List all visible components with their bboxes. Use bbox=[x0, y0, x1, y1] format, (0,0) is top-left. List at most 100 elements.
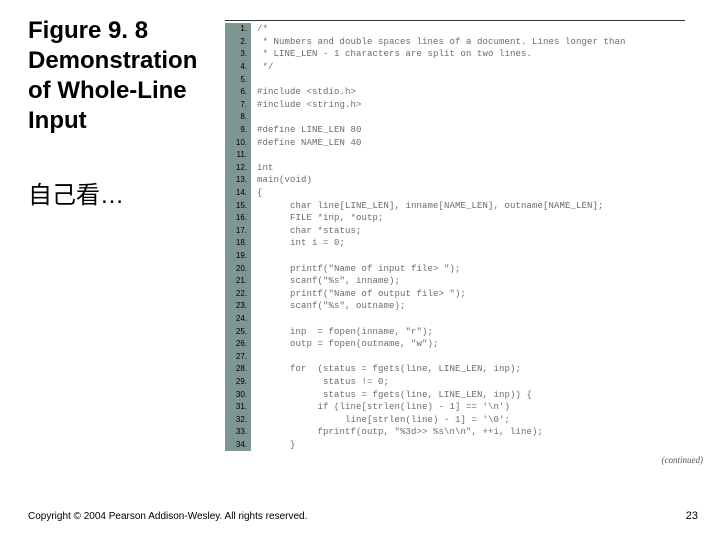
code-line: 20. printf("Name of input file> "); bbox=[225, 262, 626, 275]
code-line: 2. * Numbers and double spaces lines of … bbox=[225, 36, 626, 49]
page-number: 23 bbox=[686, 510, 698, 522]
code-line: 6.#include <stdio.h> bbox=[225, 86, 626, 99]
code-line: 22. printf("Name of output file> "); bbox=[225, 287, 626, 300]
line-number: 9. bbox=[225, 126, 251, 134]
line-number: 24. bbox=[225, 315, 251, 323]
code-text: printf("Name of output file> "); bbox=[251, 289, 466, 299]
line-number: 23. bbox=[225, 302, 251, 310]
line-number: 6. bbox=[225, 88, 251, 96]
title-line-2: Demonstration bbox=[28, 47, 197, 74]
line-number: 3. bbox=[225, 50, 251, 58]
code-text: FILE *inp, *outp; bbox=[251, 213, 384, 223]
line-number: 19. bbox=[225, 252, 251, 260]
line-number: 29. bbox=[225, 378, 251, 386]
line-number: 2. bbox=[225, 38, 251, 46]
code-text: for (status = fgets(line, LINE_LEN, inp)… bbox=[251, 364, 521, 374]
line-number: 26. bbox=[225, 340, 251, 348]
code-line: 29. status != 0; bbox=[225, 376, 626, 389]
line-number: 7. bbox=[225, 101, 251, 109]
line-number: 8. bbox=[225, 113, 251, 121]
horizontal-rule bbox=[225, 20, 685, 21]
code-line: 27. bbox=[225, 350, 626, 363]
code-text: #include <string.h> bbox=[251, 100, 362, 110]
code-text: char *status; bbox=[251, 226, 362, 236]
code-line: 18. int i = 0; bbox=[225, 237, 626, 250]
code-text: /* bbox=[251, 24, 268, 34]
code-line: 31. if (line[strlen(line) - 1] == '\n') bbox=[225, 401, 626, 414]
line-number: 13. bbox=[225, 176, 251, 184]
line-number: 22. bbox=[225, 290, 251, 298]
line-number: 30. bbox=[225, 391, 251, 399]
line-number: 1. bbox=[225, 25, 251, 33]
code-text: int i = 0; bbox=[251, 238, 345, 248]
code-text: inp = fopen(inname, "r"); bbox=[251, 327, 433, 337]
code-text: */ bbox=[251, 62, 274, 72]
code-line: 11. bbox=[225, 149, 626, 162]
code-line: 1./* bbox=[225, 23, 626, 36]
line-number: 33. bbox=[225, 428, 251, 436]
line-number: 27. bbox=[225, 353, 251, 361]
code-text: #define LINE_LEN 80 bbox=[251, 125, 362, 135]
code-text: status = fgets(line, LINE_LEN, inp)) { bbox=[251, 390, 532, 400]
title-line-3: of Whole-Line bbox=[28, 77, 187, 104]
code-text: line[strlen(line) - 1] = '\0'; bbox=[251, 415, 510, 425]
code-line: 33. fprintf(outp, "%3d>> %s\n\n", ++i, l… bbox=[225, 426, 626, 439]
line-number: 31. bbox=[225, 403, 251, 411]
code-text: * LINE_LEN - 1 characters are split on t… bbox=[251, 49, 532, 59]
figure-title: Figure 9. 8 Demonstration of Whole-Line … bbox=[28, 16, 218, 136]
code-text: scanf("%s", inname); bbox=[251, 276, 400, 286]
code-lines-container: 1./*2. * Numbers and double spaces lines… bbox=[225, 23, 626, 451]
code-line: 3. * LINE_LEN - 1 characters are split o… bbox=[225, 48, 626, 61]
line-number: 4. bbox=[225, 63, 251, 71]
code-line: 14.{ bbox=[225, 187, 626, 200]
code-text: if (line[strlen(line) - 1] == '\n') bbox=[251, 402, 510, 412]
code-line: 8. bbox=[225, 111, 626, 124]
code-text: main(void) bbox=[251, 175, 312, 185]
code-text: printf("Name of input file> "); bbox=[251, 264, 461, 274]
code-text: outp = fopen(outname, "w"); bbox=[251, 339, 439, 349]
line-number: 10. bbox=[225, 139, 251, 147]
title-line-1: Figure 9. 8 bbox=[28, 17, 148, 44]
code-text: status != 0; bbox=[251, 377, 389, 387]
line-number: 21. bbox=[225, 277, 251, 285]
line-number: 28. bbox=[225, 365, 251, 373]
code-line: 21. scanf("%s", inname); bbox=[225, 275, 626, 288]
code-text: scanf("%s", outname); bbox=[251, 301, 406, 311]
line-number: 25. bbox=[225, 328, 251, 336]
line-number: 15. bbox=[225, 202, 251, 210]
code-text: fprintf(outp, "%3d>> %s\n\n", ++i, line)… bbox=[251, 427, 543, 437]
code-text: #include <stdio.h> bbox=[251, 87, 356, 97]
line-number: 11. bbox=[225, 151, 251, 159]
code-line: 4. */ bbox=[225, 61, 626, 74]
continued-label: (continued) bbox=[662, 456, 703, 465]
subtitle-text: 自己看… bbox=[28, 175, 124, 210]
line-number: 5. bbox=[225, 76, 251, 84]
code-line: 13.main(void) bbox=[225, 174, 626, 187]
title-line-4: Input bbox=[28, 107, 87, 134]
line-number: 32. bbox=[225, 416, 251, 424]
code-text: int bbox=[251, 163, 274, 173]
code-text: #define NAME_LEN 40 bbox=[251, 138, 362, 148]
line-number: 12. bbox=[225, 164, 251, 172]
code-line: 26. outp = fopen(outname, "w"); bbox=[225, 338, 626, 351]
code-line: 24. bbox=[225, 313, 626, 326]
code-line: 34. } bbox=[225, 439, 626, 452]
line-number: 34. bbox=[225, 441, 251, 449]
code-line: 16. FILE *inp, *outp; bbox=[225, 212, 626, 225]
code-line: 19. bbox=[225, 250, 626, 263]
code-line: 15. char line[LINE_LEN], inname[NAME_LEN… bbox=[225, 199, 626, 212]
line-number: 17. bbox=[225, 227, 251, 235]
line-number: 14. bbox=[225, 189, 251, 197]
code-line: 32. line[strlen(line) - 1] = '\0'; bbox=[225, 413, 626, 426]
code-line: 30. status = fgets(line, LINE_LEN, inp))… bbox=[225, 388, 626, 401]
line-number: 20. bbox=[225, 265, 251, 273]
line-number: 16. bbox=[225, 214, 251, 222]
code-line: 28. for (status = fgets(line, LINE_LEN, … bbox=[225, 363, 626, 376]
code-line: 10.#define NAME_LEN 40 bbox=[225, 136, 626, 149]
code-line: 7.#include <string.h> bbox=[225, 99, 626, 112]
code-line: 9.#define LINE_LEN 80 bbox=[225, 124, 626, 137]
code-line: 23. scanf("%s", outname); bbox=[225, 300, 626, 313]
copyright-notice: Copyright © 2004 Pearson Addison-Wesley.… bbox=[28, 511, 307, 522]
code-text: char line[LINE_LEN], inname[NAME_LEN], o… bbox=[251, 201, 604, 211]
line-number: 18. bbox=[225, 239, 251, 247]
